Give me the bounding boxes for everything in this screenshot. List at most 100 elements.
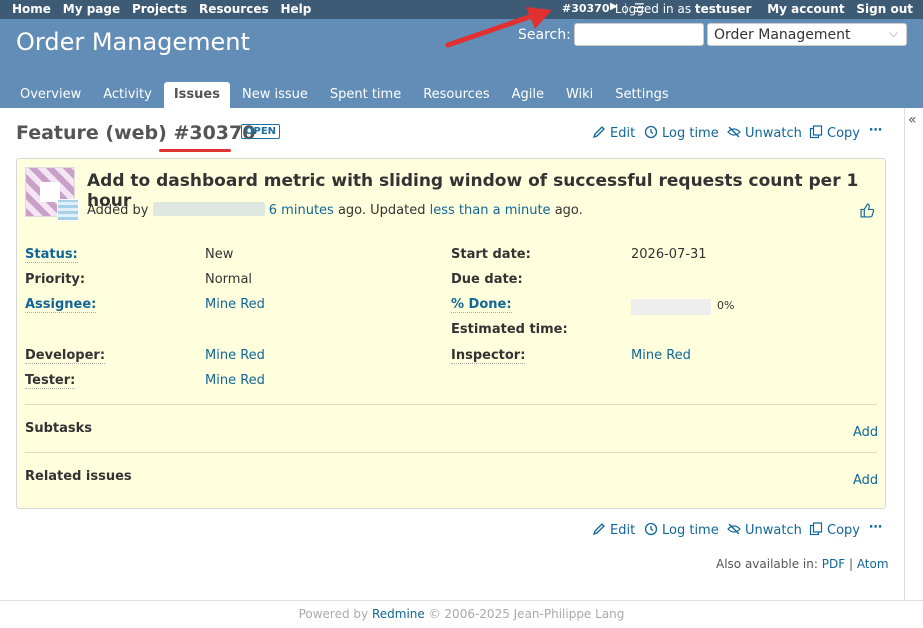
status-badge: OPEN [241,124,281,139]
top-menu-home[interactable]: Home [12,2,51,16]
top-menu-right: Logged in as testuser My account Sign ou… [591,2,913,16]
copy-link[interactable]: Copy [809,522,860,538]
more-actions-icon[interactable]: ⋯ [869,123,882,138]
start-date-label: Start date: [451,247,531,262]
ago-label: ago. [554,203,583,218]
copy-label: Copy [827,126,860,141]
unwatch-link[interactable]: Unwatch [727,522,802,538]
clock-icon [644,522,658,536]
issue-details: Add to dashboard metric with sliding win… [16,158,886,509]
tab-agile[interactable]: Agile [502,82,554,108]
edit-link[interactable]: Edit [592,522,635,538]
developer-value[interactable]: Mine Red [205,348,265,363]
annotation-underline [159,149,231,152]
divider [25,452,877,453]
logged-in-prefix: Logged in as [614,2,692,16]
assignee-avatar [57,199,79,221]
top-menu-help[interactable]: Help [280,2,311,16]
copy-icon [809,522,823,536]
edit-label: Edit [610,126,636,141]
search-input[interactable] [574,23,704,46]
my-account-link[interactable]: My account [767,2,844,16]
tester-value[interactable]: Mine Red [205,373,265,388]
footer: Powered by Redmine © 2006-2025 Jean-Phil… [0,600,923,628]
tab-new-issue[interactable]: New issue [232,82,318,108]
developer-label: Developer: [25,348,106,364]
log-time-link[interactable]: Log time [644,125,719,141]
main-menu: Overview Activity Issues New issue Spent… [10,82,681,108]
tab-settings[interactable]: Settings [605,82,678,108]
sidebar-toggle-icon[interactable]: « [908,112,917,128]
copy-icon [809,125,823,139]
atom-link[interactable]: Atom [857,557,889,571]
tab-wiki[interactable]: Wiki [556,82,603,108]
status-value: New [205,247,234,262]
top-menu-my-page[interactable]: My page [63,2,120,16]
done-ratio-label: % Done: [451,297,512,313]
issue-heading: Feature (web) #30370 [16,122,255,144]
footer-prefix: Powered by [298,607,369,621]
log-time-label: Log time [662,126,719,141]
tab-resources[interactable]: Resources [413,82,499,108]
logged-in-text: Logged in as testuser [603,2,752,16]
content: Feature (web) #30370 OPEN Edit Log time … [0,108,904,600]
edit-label: Edit [610,523,636,538]
updated-ago-link[interactable]: less than a minute [430,203,551,218]
edit-icon [592,126,605,139]
inspector-value[interactable]: Mine Red [631,348,691,363]
unwatch-label: Unwatch [745,126,802,141]
priority-label: Priority: [25,272,86,287]
due-date-label: Due date: [451,272,523,287]
add-subtask-link[interactable]: Add [853,425,878,440]
chevron-down-icon: ⌵ [888,26,898,40]
start-date-value: 2026-07-31 [631,247,707,262]
assignee-value[interactable]: Mine Red [205,297,265,312]
logged-in-user[interactable]: testuser [695,2,752,16]
copy-link[interactable]: Copy [809,125,860,141]
inspector-label: Inspector: [451,348,526,364]
project-jump-select[interactable]: Order Management ⌵ [707,23,907,46]
footer-copyright: © 2006-2025 Jean-Philippe Lang [428,607,625,621]
created-ago-link[interactable]: 6 minutes [269,203,334,218]
log-time-link[interactable]: Log time [644,522,719,538]
divider [25,404,877,405]
more-actions-icon[interactable]: ⋯ [869,520,882,535]
pdf-link[interactable]: PDF [822,557,845,571]
unwatch-link[interactable]: Unwatch [727,125,802,141]
tab-overview[interactable]: Overview [10,82,91,108]
estimated-time-label: Estimated time: [451,322,568,337]
tab-issues[interactable]: Issues [163,82,230,108]
related-issues-title: Related issues [25,469,132,484]
sidebar-strip: « [904,108,923,600]
project-title[interactable]: Order Management [16,28,250,56]
unwatch-label: Unwatch [745,523,802,538]
sign-out-link[interactable]: Sign out [856,2,913,16]
thumbs-up-icon[interactable] [860,203,875,222]
top-menu-projects[interactable]: Projects [132,2,187,16]
tester-label: Tester: [25,373,76,389]
status-label: Status: [25,247,78,263]
other-formats-label: Also available in: [716,557,818,571]
add-related-issue-link[interactable]: Add [853,473,878,488]
eye-off-icon [727,126,741,138]
project-select-value: Order Management [714,27,851,43]
issue-author-line: Added by 6 minutes ago. Updated less tha… [87,202,583,218]
copy-label: Copy [827,523,860,538]
edit-link[interactable]: Edit [592,125,635,141]
tab-spent-time[interactable]: Spent time [320,82,411,108]
annotation-arrow [445,7,552,48]
done-ratio-bar [631,299,711,315]
author-name-blurred[interactable] [152,202,265,216]
other-formats: Also available in: PDF | Atom [716,557,889,571]
redmine-link[interactable]: Redmine [372,607,425,621]
tab-activity[interactable]: Activity [93,82,162,108]
eye-off-icon [727,523,741,535]
updated-label: ago. Updated [337,203,426,218]
log-time-label: Log time [662,523,719,538]
done-ratio-value: 0% [717,299,735,312]
top-menu-resources[interactable]: Resources [199,2,269,16]
assignee-label: Assignee: [25,297,97,313]
clock-icon [644,125,658,139]
top-menu-left: Home My page Projects Resources Help [12,2,319,16]
issue-tracker: Feature (web) [16,122,167,144]
